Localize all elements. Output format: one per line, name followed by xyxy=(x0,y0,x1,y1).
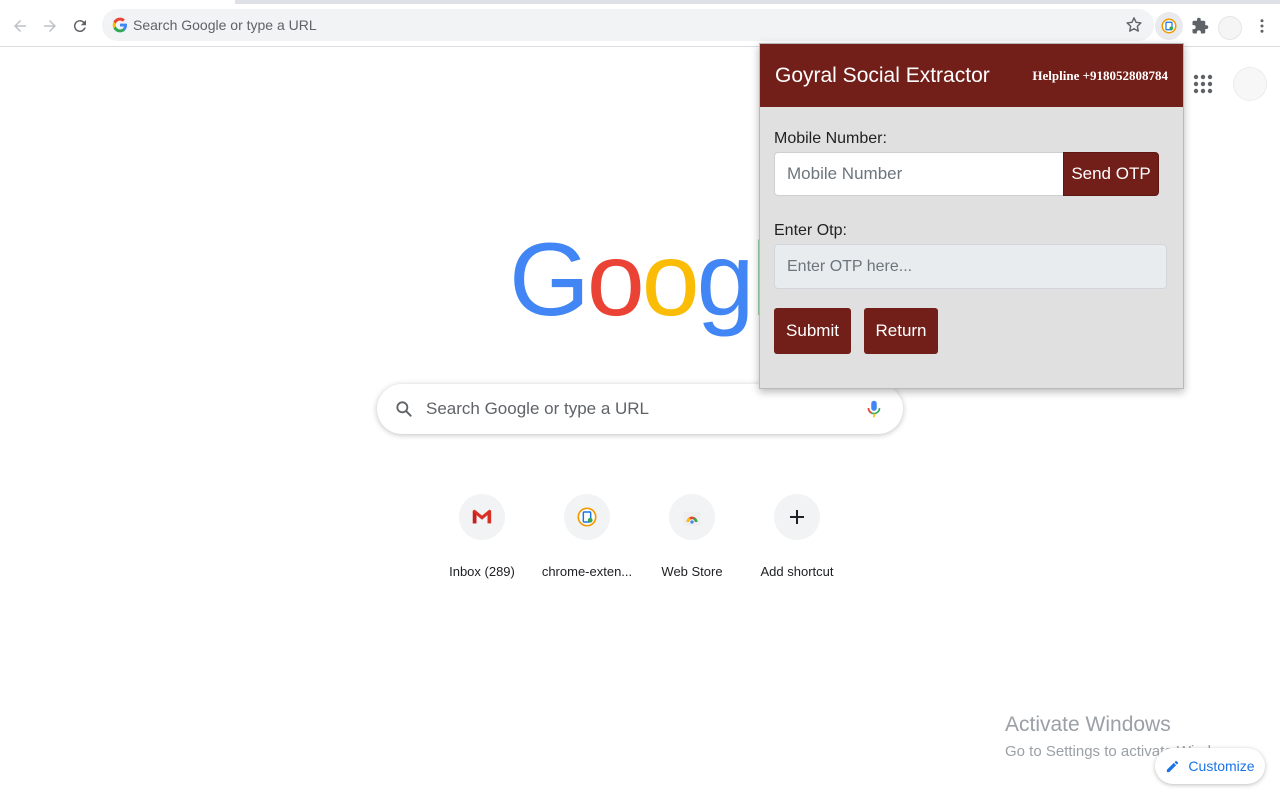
profile-avatar[interactable] xyxy=(1218,16,1242,40)
customize-label: Customize xyxy=(1188,758,1255,774)
shortcut-tile xyxy=(774,494,820,540)
extension-logo-icon xyxy=(1161,18,1177,34)
gmail-icon xyxy=(472,509,492,524)
extension-popup: Goyral Social Extractor Helpline +918052… xyxy=(759,43,1184,389)
otp-label: Enter Otp: xyxy=(774,222,847,239)
ntp-search-box[interactable]: Search Google or type a URL xyxy=(377,384,903,434)
shortcut-tile xyxy=(564,494,610,540)
mobile-number-label: Mobile Number: xyxy=(774,130,887,147)
reload-icon xyxy=(73,20,86,33)
account-avatar[interactable] xyxy=(1233,67,1267,101)
search-icon xyxy=(396,401,412,417)
extensions-menu-button[interactable] xyxy=(1186,12,1214,40)
shortcut-tile xyxy=(669,494,715,540)
shortcut-label: chrome-exten... xyxy=(541,564,633,579)
back-button[interactable] xyxy=(6,12,34,40)
pencil-icon xyxy=(1167,760,1179,772)
goyral-extension-button[interactable] xyxy=(1155,12,1183,40)
microphone-icon[interactable] xyxy=(863,398,885,420)
back-arrow-icon xyxy=(14,20,26,32)
forward-button[interactable] xyxy=(36,12,64,40)
return-button[interactable]: Return xyxy=(864,308,938,354)
reload-button[interactable] xyxy=(66,12,94,40)
shortcut-web-store[interactable]: Web Store xyxy=(640,494,744,586)
submit-button[interactable]: Submit xyxy=(774,308,851,354)
ntp-search-placeholder: Search Google or type a URL xyxy=(426,399,650,418)
shortcut-chrome-extension[interactable]: chrome-exten... xyxy=(535,494,639,586)
logo-letter: o xyxy=(586,222,645,338)
google-apps-icon[interactable] xyxy=(1191,72,1215,96)
activate-windows-title: Activate Windows xyxy=(1005,713,1171,736)
shortcut-add[interactable]: Add shortcut xyxy=(745,494,849,586)
shortcut-inbox[interactable]: Inbox (289) xyxy=(430,494,534,586)
logo-letter: g xyxy=(696,222,755,338)
popup-title: Goyral Social Extractor xyxy=(775,64,990,87)
google-g-icon xyxy=(112,17,127,33)
send-otp-button[interactable]: Send OTP xyxy=(1063,152,1159,196)
web-store-icon xyxy=(683,512,701,526)
shortcut-label: Add shortcut xyxy=(760,564,834,579)
bookmark-star-icon[interactable] xyxy=(1124,15,1144,35)
three-dots-vertical-icon xyxy=(1260,19,1264,33)
mobile-number-input[interactable] xyxy=(774,152,1063,196)
logo-letter: G xyxy=(509,222,590,338)
forward-arrow-icon xyxy=(44,20,56,32)
extension-logo-icon xyxy=(577,507,597,527)
address-bar[interactable]: Search Google or type a URL xyxy=(102,9,1154,41)
tab-strip-background xyxy=(235,0,1280,4)
logo-letter: o xyxy=(641,222,700,338)
helpline-text: Helpline +918052808784 xyxy=(1032,68,1168,83)
shortcut-label: Web Store xyxy=(661,564,723,579)
shortcut-label: Inbox (289) xyxy=(449,564,515,579)
browser-toolbar: Search Google or type a URL xyxy=(0,5,1280,47)
address-bar-text: Search Google or type a URL xyxy=(133,17,317,33)
otp-input[interactable] xyxy=(774,244,1167,289)
chrome-menu-button[interactable] xyxy=(1248,12,1276,40)
customize-button[interactable]: Customize xyxy=(1155,748,1265,784)
puzzle-piece-icon xyxy=(1192,17,1209,34)
popup-header: Goyral Social Extractor Helpline +918052… xyxy=(760,44,1183,107)
plus-icon xyxy=(790,510,804,524)
shortcut-tile xyxy=(459,494,505,540)
